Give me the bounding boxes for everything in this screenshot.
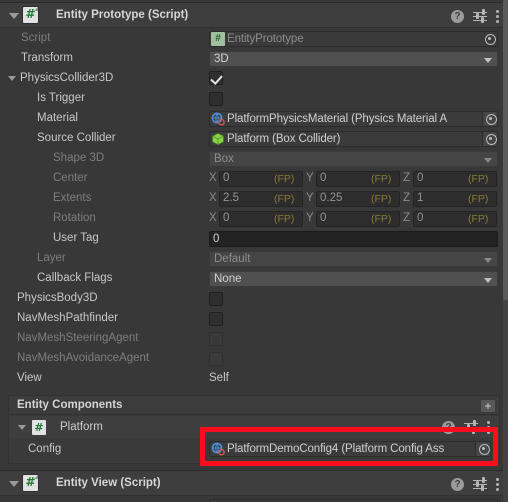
label-layer: Layer <box>37 252 66 264</box>
chevron-down-icon <box>484 158 492 163</box>
label-center: Center <box>53 172 88 184</box>
kebab-menu-icon[interactable] <box>487 420 491 434</box>
preset-icon[interactable] <box>464 420 478 434</box>
component-title: Entity View (Script) <box>56 477 161 489</box>
transform-dropdown[interactable]: 3D <box>209 51 498 67</box>
entity-component-name: Platform <box>60 421 103 433</box>
physics-material-icon <box>211 112 225 126</box>
entity-component-platform-header[interactable]: Platform <box>8 416 500 438</box>
rotation-axis-z-label: Z <box>403 212 411 224</box>
label-is-trigger: Is Trigger <box>37 92 85 104</box>
label-source-collider: Source Collider <box>37 132 116 144</box>
label-config: Config <box>28 443 62 455</box>
center-axis-y-label: Y <box>306 172 314 184</box>
component-header-entity-view[interactable]: Entity View (Script) <box>0 470 508 496</box>
center-x-fp-suffix: (FP) <box>274 173 295 185</box>
preset-icon[interactable] <box>473 477 487 491</box>
extents-x-fp-suffix: (FP) <box>274 193 295 205</box>
component-title: Entity Prototype (Script) <box>56 9 189 21</box>
shape-3d-dropdown: Box <box>209 151 498 167</box>
source-collider-object-field[interactable]: Platform (Box Collider) <box>209 131 498 147</box>
label-physics-collider-3d[interactable]: PhysicsCollider3D <box>7 72 113 84</box>
chevron-down-icon <box>484 258 492 263</box>
label-nav-mesh-pathfinder: NavMeshPathfinder <box>17 312 118 324</box>
add-component-button[interactable]: + <box>480 398 496 413</box>
label-nav-mesh-steering-agent: NavMeshSteeringAgent <box>17 332 139 344</box>
label-view: View <box>17 372 42 384</box>
help-icon[interactable] <box>451 9 464 23</box>
config-object-field[interactable]: PlatformDemoConfig4 (Platform Config Ass <box>209 441 491 457</box>
extents-axis-x-label: X <box>209 192 217 204</box>
material-object-field[interactable]: PlatformPhysicsMaterial (Physics Materia… <box>209 111 498 127</box>
label-physics-body-3d: PhysicsBody3D <box>17 292 98 304</box>
foldout-arrow-icon[interactable] <box>7 9 20 22</box>
entity-components-title: Entity Components <box>17 399 123 411</box>
center-axis-z-label: Z <box>403 172 411 184</box>
layer-dropdown: Default <box>209 251 498 267</box>
label-transform: Transform <box>21 52 73 64</box>
extents-z-fp-suffix: (FP) <box>468 193 489 205</box>
component-header-entity-prototype[interactable]: Entity Prototype (Script) <box>0 2 508 28</box>
label-shape-3d: Shape 3D <box>53 152 105 164</box>
label-material: Material <box>37 112 78 124</box>
source-collider-picker-icon[interactable] <box>482 132 497 146</box>
label-user-tag: User Tag <box>53 232 99 244</box>
extents-y-fp-suffix: (FP) <box>371 193 392 205</box>
center-z-fp-suffix: (FP) <box>468 173 489 185</box>
rotation-y-fp-suffix: (FP) <box>371 213 392 225</box>
chevron-down-icon <box>484 278 492 283</box>
rotation-axis-y-label: Y <box>306 212 314 224</box>
label-rotation: Rotation <box>53 212 96 224</box>
center-y-fp-suffix: (FP) <box>371 173 392 185</box>
extents-axis-y-label: Y <box>306 192 314 204</box>
label-nav-mesh-avoidance-agent: NavMeshAvoidanceAgent <box>17 352 150 364</box>
rotation-x-fp-suffix: (FP) <box>274 213 295 225</box>
scriptable-object-icon <box>211 442 225 456</box>
label-callback-flags: Callback Flags <box>37 272 113 284</box>
label-extents: Extents <box>53 192 92 204</box>
physics-body-3d-checkbox[interactable] <box>209 292 223 306</box>
script-picker-icon <box>482 32 497 46</box>
help-icon[interactable] <box>451 477 464 491</box>
material-picker-icon[interactable] <box>482 112 497 126</box>
preset-icon[interactable] <box>473 9 487 23</box>
user-tag-input[interactable]: 0 <box>209 231 498 247</box>
is-trigger-checkbox[interactable] <box>209 92 223 106</box>
nav-mesh-avoidance-agent-checkbox <box>209 352 223 366</box>
rotation-z-fp-suffix: (FP) <box>468 213 489 225</box>
extents-axis-z-label: Z <box>403 192 411 204</box>
center-axis-x-label: X <box>209 172 217 184</box>
box-collider-icon <box>211 132 225 146</box>
scrollbar-thumb[interactable] <box>503 0 508 300</box>
config-picker-icon[interactable] <box>475 442 490 456</box>
csharp-script-icon <box>23 6 38 23</box>
script-object-field: EntityPrototype <box>209 31 498 47</box>
view-value: Self <box>209 372 229 384</box>
scrollbar-track[interactable] <box>503 0 508 502</box>
kebab-menu-icon[interactable] <box>496 477 500 491</box>
inspector-panel: Entity Prototype (Script) Script EntityP… <box>0 0 508 502</box>
csharp-script-icon <box>23 474 38 491</box>
rotation-axis-x-label: X <box>209 212 217 224</box>
callback-flags-dropdown[interactable]: None <box>209 271 498 287</box>
physics-collider-3d-checkbox[interactable] <box>209 71 223 85</box>
kebab-menu-icon[interactable] <box>496 9 500 23</box>
foldout-arrow-icon[interactable] <box>7 477 20 490</box>
foldout-arrow-icon[interactable] <box>17 421 29 433</box>
nav-mesh-pathfinder-checkbox[interactable] <box>209 312 223 326</box>
nav-mesh-steering-agent-checkbox <box>209 332 223 346</box>
script-asset-icon <box>211 32 225 46</box>
csharp-script-icon <box>32 419 46 435</box>
chevron-down-icon <box>484 58 492 63</box>
label-script: Script <box>21 32 51 44</box>
entity-components-header: Entity Components + <box>8 395 500 415</box>
foldout-arrow-icon[interactable] <box>7 72 18 84</box>
help-icon[interactable] <box>442 420 455 434</box>
